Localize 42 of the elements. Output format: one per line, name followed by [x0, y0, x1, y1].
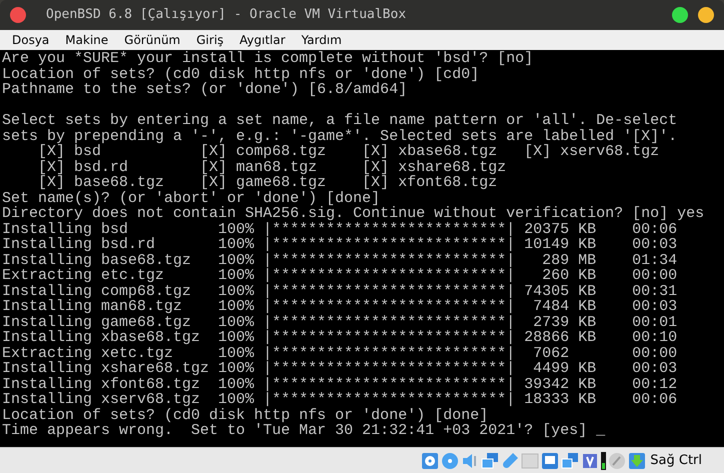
menu-item[interactable]: Dosya	[4, 31, 58, 49]
menu-item[interactable]: Makine	[57, 31, 116, 49]
console-line: Location of sets? (cd0 disk http nfs or 'done') [done]	[2, 406, 488, 424]
console-line: [X] bsd [X] comp68.tgz [X] xbase68.tgz [X] xserv68.tgz	[37, 143, 660, 160]
activity-meter-icon	[601, 452, 606, 470]
console-line: Extracting etc.tgz 100% |**************************| 260 KB 00:00	[2, 267, 678, 284]
console-line: sets by prepending a '-', e.g.: '-game*'. Selected sets are labelled '[X]'.	[2, 128, 678, 144]
console-line: Pathname to the sets? (or 'done') [6.8/amd64]	[2, 81, 408, 98]
menu-item[interactable]: Görünüm	[116, 31, 188, 49]
display-icon[interactable]	[541, 452, 560, 470]
mouse-icon[interactable]	[608, 452, 626, 470]
console-line: [X] bsd.rd [X] man68.tgz [X] xshare68.tgz	[37, 158, 506, 176]
menu-item[interactable]: Giriş	[188, 31, 232, 49]
console-line: Select sets by entering a set name, a file name pattern or 'all'. De-select	[2, 112, 678, 129]
console-line: Installing bsd.rd 100% |**************************| 10149 KB 00:03	[2, 236, 678, 253]
console-line: Installing xshare68.tgz 100% |**************************| 4499 KB 00:03	[2, 360, 678, 377]
maximize-button[interactable]	[672, 7, 688, 23]
console-line: Are you *SURE* your install is complete without 'bsd'? [no]	[2, 50, 534, 67]
download-arrow-icon[interactable]	[628, 452, 646, 470]
console-line: Installing xserv68.tgz 100% |**************************| 18333 KB 00:06	[2, 391, 678, 408]
console-line: Installing base68.tgz 100% |**************************| 289 MB 01:34	[2, 252, 678, 268]
console-line: Time appears wrong. Set to 'Tue Mar 30 21:32:41 +03 2021'? [yes] _	[2, 422, 606, 439]
console-line: Extracting xetc.tgz 100% |**************************| 7062 00:00	[2, 344, 678, 362]
console-line: Directory does not contain SHA256.sig. Continue without verification? [no] yes	[2, 205, 704, 222]
console-line: Installing xbase68.tgz 100% |**************************| 28866 KB 00:10	[2, 329, 678, 346]
console-line: Installing bsd 100% |**************************| 20375 KB 00:06	[2, 220, 678, 238]
minimize-button[interactable]	[698, 7, 714, 23]
console-line: Installing game68.tgz 100% |**************************| 2739 KB 00:01	[2, 314, 678, 330]
network-icon[interactable]	[481, 452, 500, 470]
console-line: Location of sets? (cd0 disk http nfs or 'done') [cd0]	[2, 66, 480, 82]
menu-item[interactable]: Yardım	[293, 31, 350, 49]
console-line: [X] base68.tgz [X] game68.tgz [X] xfont68.tgz	[37, 174, 498, 191]
console-line: Set name(s)? (or 'abort' or 'done') [done]	[2, 190, 380, 206]
windows-icon[interactable]	[561, 452, 580, 470]
optical-disc-icon[interactable]	[441, 452, 460, 470]
console-line: Installing man68.tgz 100% |**************************| 7484 KB 00:03	[2, 298, 678, 315]
close-button[interactable]	[10, 7, 26, 23]
console-line: Installing xfont68.tgz 100% |**************************| 39342 KB 00:12	[2, 376, 678, 392]
console-line: Installing comp68.tgz 100% |**************************| 74305 KB 00:31	[2, 282, 678, 300]
window-title: OpenBSD 6.8 [Çalışıyor] - Oracle VM VirtualBox	[46, 6, 406, 24]
host-key-label: Sağ Ctrl	[650, 452, 702, 470]
menu-item[interactable]: Aygıtlar	[232, 31, 294, 49]
